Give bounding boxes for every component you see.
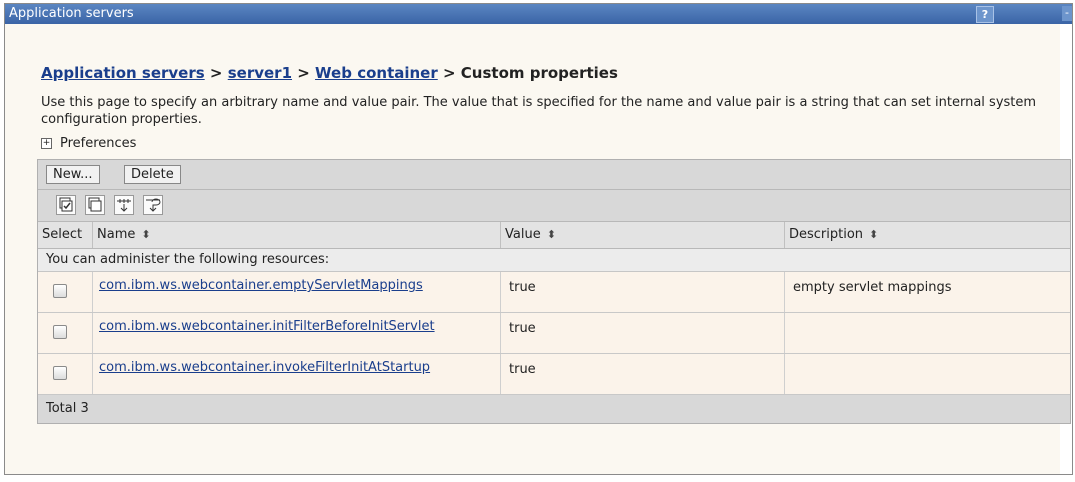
description-cell <box>785 354 1070 394</box>
column-header-description[interactable]: Description ⬍ <box>785 222 1070 248</box>
custom-properties-table: New... Delete Select Name ⬍ Value ⬍ Desc… <box>37 159 1071 424</box>
new-button[interactable]: New... <box>46 165 100 184</box>
panel-titlebar: Application servers ? - <box>5 4 1072 24</box>
breadcrumb-current: Custom properties <box>460 64 618 82</box>
panel-title: Application servers <box>9 6 134 21</box>
column-header-name[interactable]: Name ⬍ <box>93 222 501 248</box>
breadcrumb: Application servers > server1 > Web cont… <box>41 64 618 82</box>
clear-filter-icon[interactable] <box>143 195 163 215</box>
table-header: Select Name ⬍ Value ⬍ Description ⬍ <box>38 222 1070 249</box>
property-name-link[interactable]: com.ibm.ws.webcontainer.invokeFilterInit… <box>99 360 430 375</box>
name-cell: com.ibm.ws.webcontainer.initFilterBefore… <box>93 313 501 353</box>
description-cell <box>785 313 1070 353</box>
breadcrumb-separator: > <box>442 64 461 82</box>
name-cell: com.ibm.ws.webcontainer.invokeFilterInit… <box>93 354 501 394</box>
table-row: com.ibm.ws.webcontainer.emptyServletMapp… <box>38 272 1070 313</box>
button-bar: New... Delete <box>38 160 1070 190</box>
table-total: Total 3 <box>38 395 1070 423</box>
delete-button[interactable]: Delete <box>124 165 181 184</box>
property-name-link[interactable]: com.ibm.ws.webcontainer.initFilterBefore… <box>99 319 435 334</box>
content-area: Application servers > server1 > Web cont… <box>37 24 1071 474</box>
resources-caption: You can administer the following resourc… <box>38 249 1070 272</box>
column-header-value[interactable]: Value ⬍ <box>501 222 785 248</box>
table-row: com.ibm.ws.webcontainer.invokeFilterInit… <box>38 354 1070 395</box>
property-name-link[interactable]: com.ibm.ws.webcontainer.emptyServletMapp… <box>99 278 423 293</box>
breadcrumb-separator: > <box>209 64 228 82</box>
breadcrumb-application-servers[interactable]: Application servers <box>41 64 205 82</box>
deselect-all-icon[interactable] <box>85 195 105 215</box>
icon-toolbar <box>38 190 1070 222</box>
application-servers-panel: Application servers ? - Application serv… <box>4 3 1073 475</box>
value-cell: true <box>501 354 785 394</box>
page-description: Use this page to specify an arbitrary na… <box>41 95 1037 127</box>
value-cell: true <box>501 272 785 312</box>
preferences-label: Preferences <box>60 136 137 151</box>
minimize-button[interactable]: - <box>1062 6 1072 21</box>
show-filter-icon[interactable] <box>114 195 134 215</box>
select-all-icon[interactable] <box>56 195 76 215</box>
help-button[interactable]: ? <box>976 6 994 23</box>
column-description-label: Description <box>789 227 864 242</box>
content-margin <box>5 24 37 474</box>
row-checkbox[interactable] <box>53 284 67 298</box>
value-cell: true <box>501 313 785 353</box>
select-cell <box>38 272 93 312</box>
preferences-toggle[interactable]: + Preferences <box>41 136 136 151</box>
select-cell <box>38 354 93 394</box>
description-cell: empty servlet mappings <box>793 280 952 295</box>
expand-icon[interactable]: + <box>41 138 52 149</box>
row-checkbox[interactable] <box>53 325 67 339</box>
row-checkbox[interactable] <box>53 366 67 380</box>
column-value-label: Value <box>505 227 541 242</box>
breadcrumb-web-container[interactable]: Web container <box>315 64 438 82</box>
column-header-select: Select <box>38 222 93 248</box>
sort-icon[interactable]: ⬍ <box>141 228 150 241</box>
sort-icon[interactable]: ⬍ <box>547 228 556 241</box>
breadcrumb-separator: > <box>297 64 316 82</box>
select-cell <box>38 313 93 353</box>
breadcrumb-server1[interactable]: server1 <box>228 64 292 82</box>
column-name-label: Name <box>97 227 136 242</box>
table-row: com.ibm.ws.webcontainer.initFilterBefore… <box>38 313 1070 354</box>
name-cell: com.ibm.ws.webcontainer.emptyServletMapp… <box>93 272 501 312</box>
sort-icon[interactable]: ⬍ <box>869 228 878 241</box>
